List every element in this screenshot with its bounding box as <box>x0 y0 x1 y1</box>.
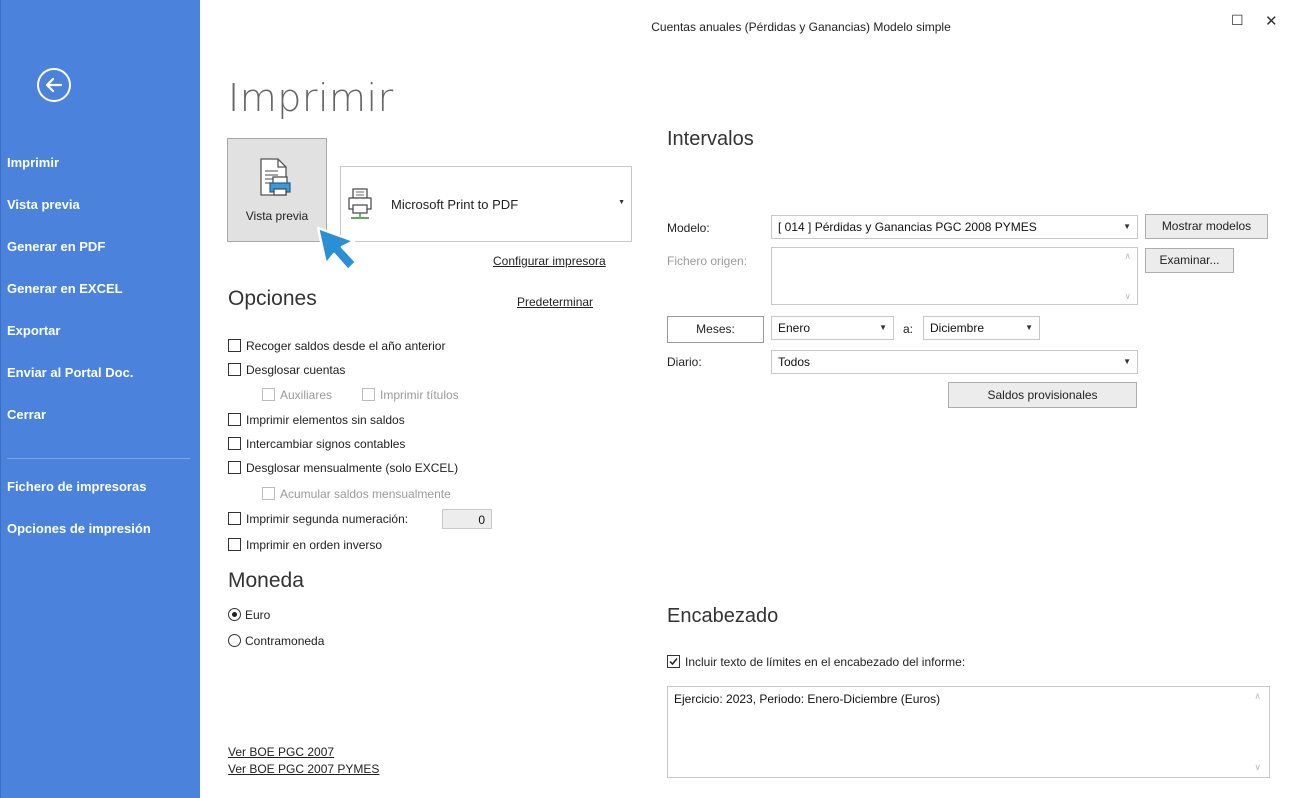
preview-button[interactable]: Vista previa <box>227 138 327 242</box>
journal-value: Todos <box>778 355 811 369</box>
chevron-down-icon: ▼ <box>618 199 625 206</box>
chevron-down-icon: ▼ <box>1123 222 1131 231</box>
arrow-left-circle-icon[interactable] <box>37 68 71 102</box>
scroll-down-icon[interactable]: ∨ <box>1254 762 1261 773</box>
pointer-cursor-icon <box>316 226 358 272</box>
header-text-area[interactable]: Ejercicio: 2023, Periodo: Enero-Diciembr… <box>667 686 1270 778</box>
sidebar-item-exportar[interactable]: Exportar <box>7 323 60 338</box>
intervals-title: Intervalos <box>667 128 754 150</box>
chevron-down-icon: ▼ <box>879 323 887 332</box>
sidebar-item-vista-previa[interactable]: Vista previa <box>7 197 80 212</box>
checkbox-label: Auxiliares <box>280 388 333 402</box>
checkbox-label: Desglosar cuentas <box>246 363 346 377</box>
page-title: Imprimir <box>228 76 394 120</box>
scroll-up-icon[interactable]: ∧ <box>1254 691 1261 702</box>
checkbox-acumular-saldos[interactable] <box>262 487 275 500</box>
header-title: Encabezado <box>667 605 779 627</box>
second-numbering-input[interactable]: 0 <box>442 509 492 529</box>
checkbox-auxiliares[interactable] <box>262 388 275 401</box>
include-limits-label: Incluir texto de límites en el encabezad… <box>685 655 966 669</box>
boe-pgc-link[interactable]: Ver BOE PGC 2007 <box>228 745 334 759</box>
sidebar: Imprimir Vista previa Generar en PDF Gen… <box>0 0 200 798</box>
printer-name: Microsoft Print to PDF <box>391 197 519 212</box>
checkbox-label: Imprimir en orden inverso <box>246 538 383 552</box>
window-title-bar: Cuentas anuales (Pérdidas y Ganancias) M… <box>200 20 1292 34</box>
printer-icon <box>348 188 372 219</box>
checkmark-icon <box>669 658 678 666</box>
sidebar-divider <box>7 458 190 459</box>
source-file-label: Fichero origen: <box>667 254 748 268</box>
currency-title: Moneda <box>228 569 304 592</box>
checkbox-label: Recoger saldos desde el año anterior <box>246 339 446 353</box>
checkbox-label: Intercambiar signos contables <box>246 437 406 451</box>
checkbox-label: Imprimir elementos sin saldos <box>246 413 405 427</box>
show-models-button[interactable]: Mostrar modelos <box>1145 214 1268 239</box>
close-icon[interactable]: ✕ <box>1265 12 1278 30</box>
month-from-select[interactable]: Enero ▼ <box>771 316 894 340</box>
checkbox-elementos-sin-saldos[interactable] <box>228 413 241 426</box>
chevron-down-icon: ▼ <box>1123 357 1131 366</box>
sidebar-item-enviar-portal[interactable]: Enviar al Portal Doc. <box>7 365 133 380</box>
radio-dot <box>232 612 237 617</box>
month-to-label: a: <box>903 322 914 336</box>
checkbox-label: Imprimir títulos <box>380 388 459 402</box>
checkbox-desglosar-cuentas[interactable] <box>228 363 241 376</box>
month-to-select[interactable]: Diciembre ▼ <box>923 316 1040 340</box>
journal-select[interactable]: Todos ▼ <box>771 350 1138 374</box>
checkbox-orden-inverso[interactable] <box>228 538 241 551</box>
model-select[interactable]: [ 014 ] Pérdidas y Ganancias PGC 2008 PY… <box>771 215 1138 239</box>
journal-label: Diario: <box>667 355 702 369</box>
checkbox-include-limits[interactable] <box>667 655 680 668</box>
printer-select[interactable]: Microsoft Print to PDF ▼ <box>340 166 632 242</box>
sidebar-item-generar-pdf[interactable]: Generar en PDF <box>7 239 105 254</box>
sidebar-item-imprimir[interactable]: Imprimir <box>7 155 59 170</box>
source-file-input[interactable]: ∧ ∨ <box>771 247 1138 305</box>
model-value: [ 014 ] Pérdidas y Ganancias PGC 2008 PY… <box>778 220 1037 234</box>
checkbox-desglosar-mensualmente[interactable] <box>228 461 241 474</box>
sidebar-item-opciones-impresion[interactable]: Opciones de impresión <box>7 521 151 536</box>
radio-label: Euro <box>245 608 271 622</box>
radio-label: Contramoneda <box>245 634 325 648</box>
checkbox-label: Acumular saldos mensualmente <box>280 487 451 501</box>
checkbox-recoger-saldos[interactable] <box>228 339 241 352</box>
sidebar-item-generar-excel[interactable]: Generar en EXCEL <box>7 281 123 296</box>
configure-printer-link[interactable]: Configurar impresora <box>493 254 606 268</box>
scroll-up-icon[interactable]: ∧ <box>1124 251 1131 262</box>
maximize-icon[interactable]: ☐ <box>1231 12 1244 29</box>
checkbox-imprimir-titulos[interactable] <box>362 388 375 401</box>
options-title: Opciones <box>228 287 317 310</box>
checkbox-intercambiar-signos[interactable] <box>228 437 241 450</box>
chevron-down-icon: ▼ <box>1025 323 1033 332</box>
header-text-value: Ejercicio: 2023, Periodo: Enero-Diciembr… <box>674 692 941 706</box>
month-from-value: Enero <box>778 321 811 335</box>
month-to-value: Diciembre <box>930 321 985 335</box>
checkbox-segunda-numeracion[interactable] <box>228 512 241 525</box>
radio-euro[interactable] <box>228 608 241 621</box>
sidebar-item-cerrar[interactable]: Cerrar <box>7 407 46 422</box>
default-link[interactable]: Predeterminar <box>517 295 593 309</box>
checkbox-label: Desglosar mensualmente (solo EXCEL) <box>246 461 459 475</box>
browse-button[interactable]: Examinar... <box>1145 248 1234 273</box>
radio-contramoneda[interactable] <box>228 634 241 647</box>
window-title: Cuentas anuales (Pérdidas y Ganancias) M… <box>651 20 951 34</box>
provisional-balances-button[interactable]: Saldos provisionales <box>948 382 1137 408</box>
sidebar-item-fichero-impresoras[interactable]: Fichero de impresoras <box>7 479 146 494</box>
preview-button-label: Vista previa <box>245 209 309 223</box>
document-printer-icon <box>260 158 291 196</box>
model-label: Modelo: <box>667 221 710 235</box>
boe-pgc-pymes-link[interactable]: Ver BOE PGC 2007 PYMES <box>228 762 379 776</box>
scroll-down-icon[interactable]: ∨ <box>1124 291 1131 302</box>
checkbox-label: Imprimir segunda numeración: <box>246 512 409 526</box>
months-button[interactable]: Meses: <box>667 316 764 343</box>
